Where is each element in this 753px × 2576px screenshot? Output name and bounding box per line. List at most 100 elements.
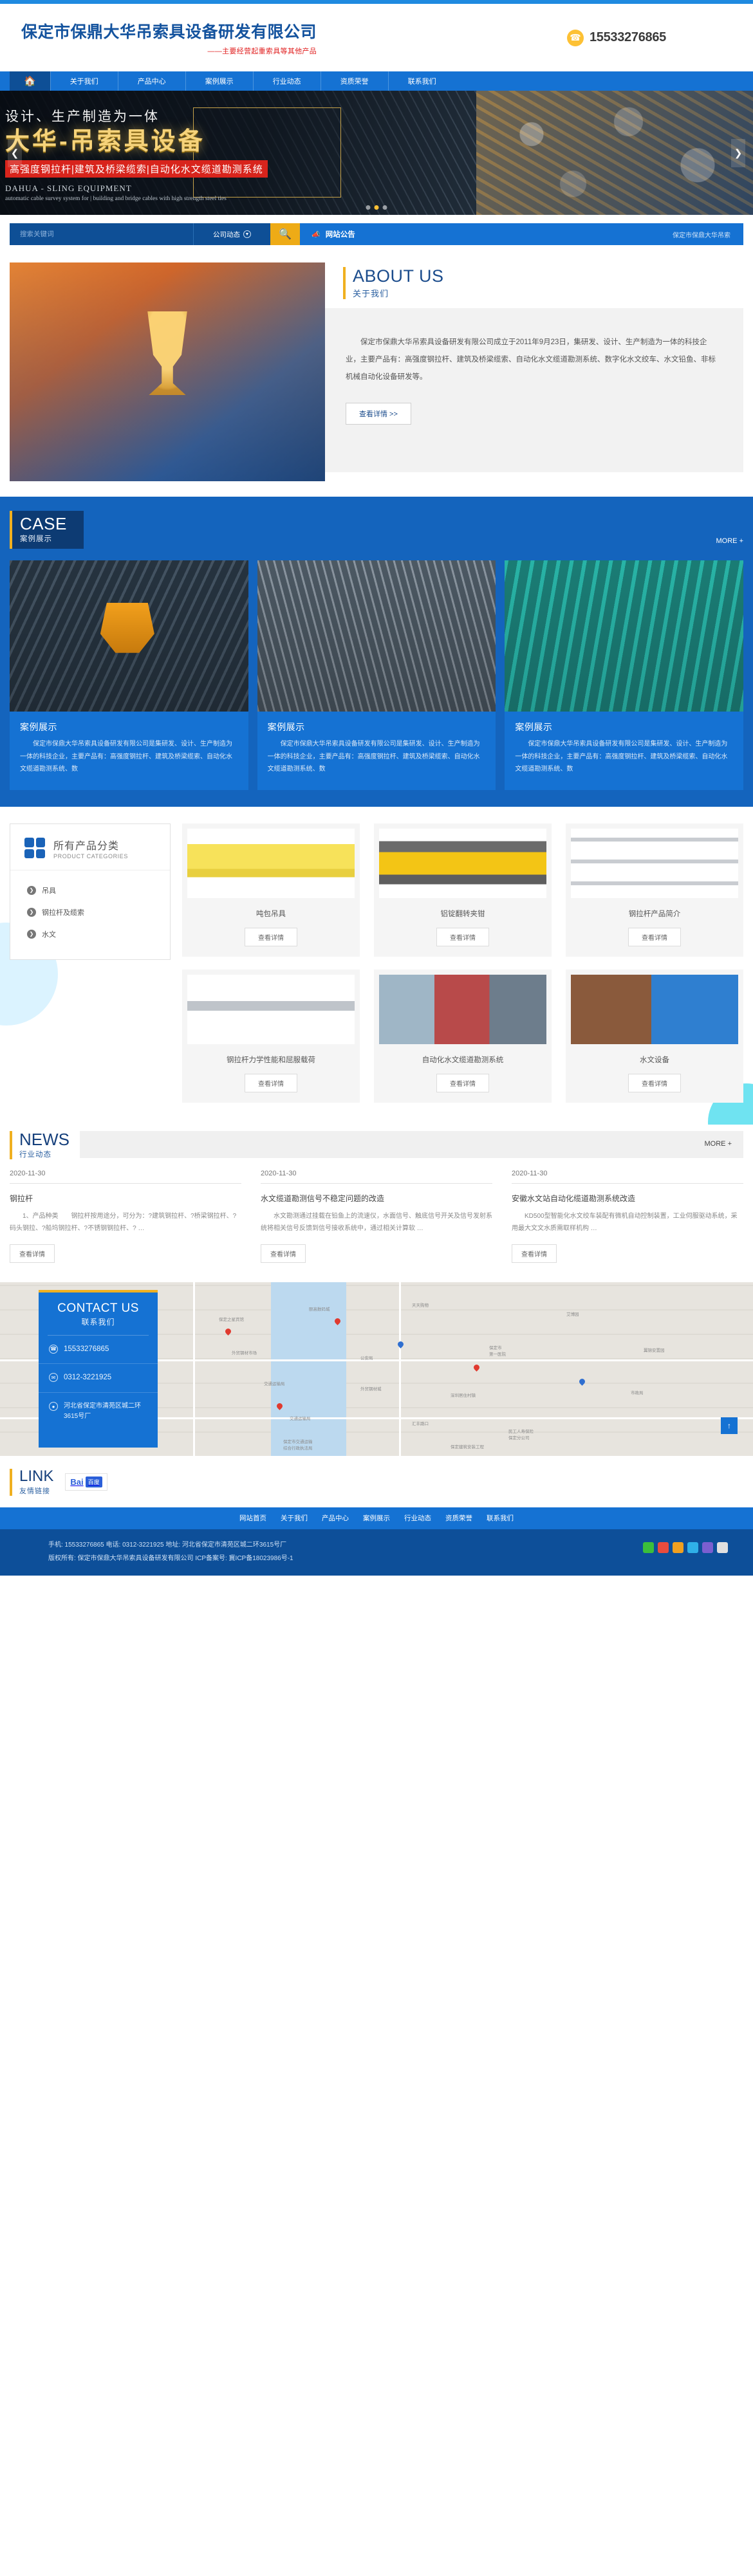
news-date: 2020-11-30 [261,1170,492,1184]
banner-next-arrow-icon[interactable]: ❯ [731,138,745,167]
about-title-cn: 关于我们 [353,289,389,299]
friendly-links-section: LINK 友情链接 Bai 百度 [0,1455,753,1507]
footer-nav-contact[interactable]: 联系我们 [487,1513,514,1523]
product-card[interactable]: 吨包吊具 查看详情 [182,823,360,957]
grid-squares-icon [24,838,45,858]
announcement-scroll-text: 保定市保鼎大华吊索 [673,232,730,239]
news-detail-button[interactable]: 查看详情 [512,1244,557,1263]
wechat-icon[interactable] [643,1541,654,1553]
about-title-en: ABOUT US [353,266,444,286]
footer-nav-products[interactable]: 产品中心 [322,1513,349,1523]
baidu-link[interactable]: Bai 百度 [65,1473,107,1491]
news-item[interactable]: 2020-11-30 钢拉杆 1、产品种类 钢拉杆按用途分，可分为：?建筑钢拉杆… [10,1170,241,1263]
banner-dot-3[interactable] [382,205,387,210]
map-label: 市政局 [631,1390,644,1395]
search-announcement-row: 公司动态 ▼ 🔍 📣 网站公告 保定市保鼎大华吊索 [0,215,753,253]
search-input[interactable] [10,223,193,245]
weibo-icon[interactable] [658,1541,669,1553]
rss-icon[interactable] [702,1541,713,1553]
back-to-top-button[interactable]: ↑ [721,1417,738,1434]
nav-item-honor[interactable]: 资质荣誉 [321,71,389,91]
search-category-label: 公司动态 [213,230,240,239]
banner-image-right [476,91,753,215]
news-excerpt: KD500型智能化水文绞车装配有微机自动控制装置，工业伺服驱动系统，采用最大文文… [512,1212,738,1233]
product-detail-button[interactable]: 查看详情 [245,1073,297,1092]
footer-nav-home[interactable]: 网站首页 [239,1513,266,1523]
case-card-text: 保定市保鼎大华吊索具设备研发有限公司是集研发、设计、生产制造为一体的科技企业，主… [20,741,232,773]
case-more-link[interactable]: MORE + [716,537,743,549]
about-image [10,262,325,481]
footer-nav-case[interactable]: 案例展示 [363,1513,390,1523]
product-detail-button[interactable]: 查看详情 [436,927,489,946]
product-image [571,974,738,1044]
news-item[interactable]: 2020-11-30 安徽水文站自动化缆道勘测系统改造 KD500型智能化水文绞… [512,1170,743,1263]
product-category-item[interactable]: ❯ 钢拉杆及缆索 [10,901,170,923]
case-card[interactable]: 案例展示 保定市保鼎大华吊索具设备研发有限公司是集研发、设计、生产制造为一体的科… [10,560,248,790]
contact-map-section: 保定之星宾馆 颐高数码城 天天购物 艾博园 外贸钢材市场 公安局 保定市 第一医院… [0,1282,753,1456]
chevron-right-icon: ❯ [27,885,36,895]
news-detail-button[interactable]: 查看详情 [261,1244,306,1263]
nav-item-products[interactable]: 产品中心 [118,71,186,91]
contact-phone-value: 15533276865 [64,1345,109,1353]
product-detail-button[interactable]: 查看详情 [628,927,681,946]
user-icon[interactable] [717,1541,728,1553]
product-detail-button[interactable]: 查看详情 [436,1073,489,1092]
footer-nav-about[interactable]: 关于我们 [281,1513,308,1523]
search-button[interactable]: 🔍 [270,223,300,245]
product-category-item[interactable]: ❯ 吊具 [10,879,170,901]
product-name: 自动化水文缆道勘测系统 [422,1056,504,1064]
news-detail-button[interactable]: 查看详情 [10,1244,55,1263]
case-card-text: 保定市保鼎大华吊索具设备研发有限公司是集研发、设计、生产制造为一体的科技企业，主… [267,741,480,773]
fax-icon: ✉ [49,1373,58,1383]
case-card[interactable]: 案例展示 保定市保鼎大华吊索具设备研发有限公司是集研发、设计、生产制造为一体的科… [505,560,744,790]
product-card[interactable]: 钢拉杆产品简介 查看详情 [566,823,743,957]
map-label: 保定之星宾馆 [219,1317,244,1322]
product-detail-button[interactable]: 查看详情 [245,927,297,946]
product-card[interactable]: 水文设备 查看详情 [566,969,743,1103]
product-card[interactable]: 钢拉杆力学性能和屈服载荷 查看详情 [182,969,360,1103]
product-categories-header: 所有产品分类 PRODUCT CATEGORIES [10,837,170,870]
case-heading: CASE 案例展示 [10,511,84,549]
about-detail-button[interactable]: 查看详情 >> [346,403,411,425]
nav-home[interactable]: 🏠 [10,71,51,91]
case-section: CASE 案例展示 MORE + 案例展示 保定市保鼎大华吊索具设备研发有限公司… [0,497,753,807]
product-category-item[interactable]: ❯ 水文 [10,923,170,945]
map-label: 保定建筑安装工程 [451,1444,484,1449]
product-name: 水文设备 [640,1056,669,1064]
case-title-cn: 案例展示 [20,535,52,543]
map-label: 天天购物 [412,1303,429,1308]
news-item[interactable]: 2020-11-30 水文缆道勘测信号不稳定问题的改造 水文勘测通过挂载在铅鱼上… [261,1170,492,1263]
product-name: 钢拉杆力学性能和屈服载荷 [227,1056,315,1064]
banner-prev-arrow-icon[interactable]: ❮ [8,138,22,167]
banner-dot-1[interactable] [366,205,371,210]
footer-nav-honor[interactable]: 资质荣誉 [445,1513,472,1523]
nav-item-case[interactable]: 案例展示 [186,71,254,91]
site-logo[interactable]: 保定市保鼎大华吊索具设备研发有限公司 ——主要经营起重索具等其他产品 [10,19,317,56]
banner-en-title: DAHUA - SLING EQUIPMENT [5,183,132,193]
map-label: 公安局 [360,1356,373,1361]
product-category-label: 吊具 [42,887,56,895]
product-card[interactable]: 自动化水文缆道勘测系统 查看详情 [374,969,552,1103]
footer-nav-news[interactable]: 行业动态 [404,1513,431,1523]
nav-item-news[interactable]: 行业动态 [254,71,321,91]
banner-tagline: 高强度钢拉杆|建筑及桥梁缆索|自动化水文缆道勘测系统 [5,160,268,178]
nav-item-contact[interactable]: 联系我们 [389,71,456,91]
product-card[interactable]: 铝锭翻转夹钳 查看详情 [374,823,552,957]
map-road [399,1282,401,1456]
logo-subtitle: ——主要经营起重索具等其他产品 [207,48,317,55]
announcement-label: 网站公告 [325,231,355,239]
phone-icon: ☎ [566,29,584,46]
search-category-select[interactable]: 公司动态 ▼ [193,223,270,245]
footer-info: 手机: 15533276865 电话: 0312-3221925 地址: 河北省… [0,1529,753,1576]
case-card[interactable]: 案例展示 保定市保鼎大华吊索具设备研发有限公司是集研发、设计、生产制造为一体的科… [257,560,496,790]
nav-item-about[interactable]: 关于我们 [51,71,118,91]
contact-phone-row: ☎ 15533276865 [39,1336,158,1365]
main-navigation: 🏠 关于我们 产品中心 案例展示 行业动态 资质荣誉 联系我们 [0,71,753,91]
product-detail-button[interactable]: 查看详情 [628,1073,681,1092]
news-more-link[interactable]: MORE + [705,1140,732,1148]
share-icon[interactable] [687,1541,698,1553]
banner-dot-2[interactable] [374,205,379,210]
qq-icon[interactable] [673,1541,683,1553]
hero-banner: 设计、生产制造为一体 大华-吊索具设备 高强度钢拉杆|建筑及桥梁缆索|自动化水文… [0,91,753,215]
link-title-en: LINK [19,1467,54,1485]
